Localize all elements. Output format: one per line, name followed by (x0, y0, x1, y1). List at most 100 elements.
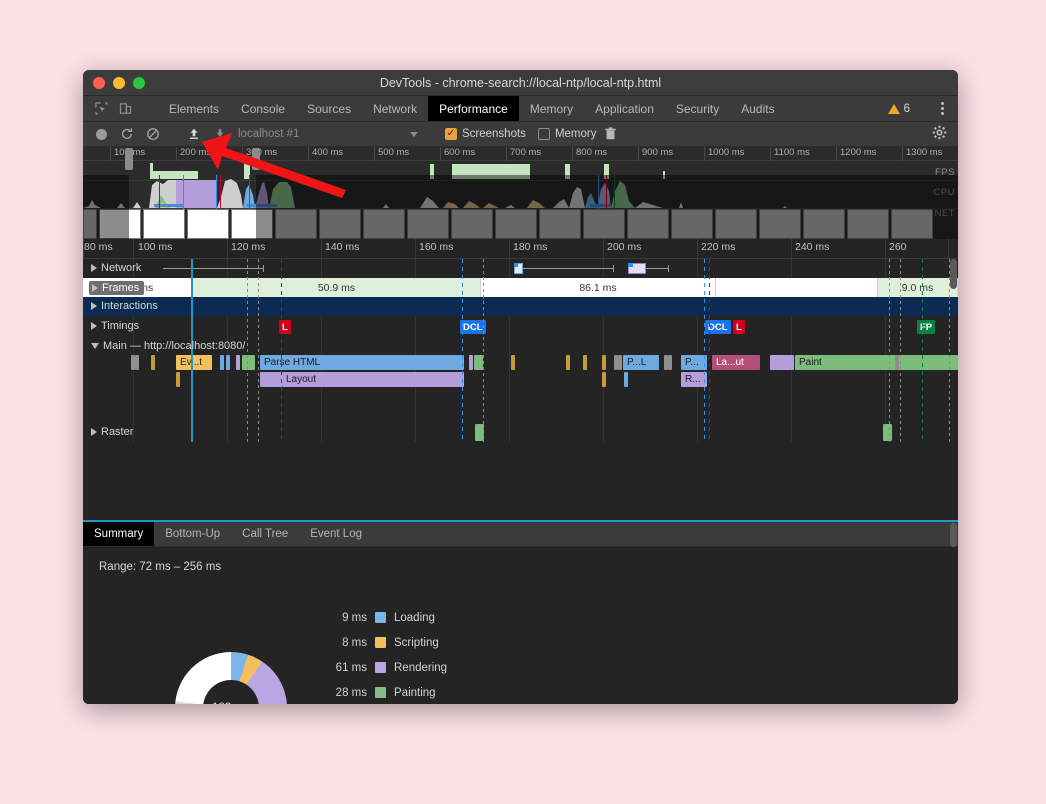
flame-bar[interactable] (176, 372, 180, 387)
timeline-ruler[interactable]: 80 ms 100 ms 120 ms 140 ms 160 ms 180 ms… (83, 239, 958, 259)
track-interactions-header[interactable]: Interactions (91, 300, 158, 312)
overview-window-handle-right[interactable] (252, 148, 260, 170)
flame-bar[interactable] (226, 355, 230, 370)
tab-memory[interactable]: Memory (519, 96, 584, 121)
flame-bar[interactable]: Paint (795, 355, 958, 370)
track-timings[interactable]: Timings L DCL DCL L FP (83, 316, 958, 338)
tab-summary[interactable]: Summary (83, 522, 155, 546)
tab-call-tree[interactable]: Call Tree (231, 522, 299, 546)
flame-bar[interactable] (151, 355, 155, 370)
reload-and-record-button[interactable] (115, 124, 139, 144)
profile-select[interactable]: localhost #1 (238, 128, 418, 140)
flame-bar[interactable] (242, 355, 255, 370)
tab-event-log[interactable]: Event Log (299, 522, 373, 546)
save-profile-button[interactable] (208, 124, 232, 144)
timing-marker-dcl[interactable]: DCL (460, 320, 486, 334)
track-timings-header[interactable]: Timings (91, 320, 139, 332)
device-toolbar-icon[interactable] (115, 100, 135, 118)
flame-bar[interactable] (236, 355, 240, 370)
tab-audits[interactable]: Audits (730, 96, 785, 121)
network-request-bar[interactable] (628, 263, 633, 267)
timeline-tracks[interactable]: Network 5.8 ms 50.9 ms 86.1 ms 9.0 ms (83, 259, 958, 442)
frame-segment[interactable]: 86.1 ms (481, 278, 716, 297)
legend-row-rendering[interactable]: 61 ms Rendering (319, 655, 447, 680)
collect-garbage-button[interactable] (598, 124, 622, 144)
maximize-window-button[interactable] (133, 76, 145, 89)
flame-bar[interactable] (583, 355, 587, 370)
tracks-scrollbar[interactable] (950, 259, 957, 440)
inspect-element-icon[interactable] (91, 100, 111, 118)
frame-segment[interactable] (716, 278, 878, 297)
timeline-overview[interactable]: 100 ms 200 ms 300 ms 400 ms 500 ms 600 m… (83, 147, 958, 239)
overview-window-handle-left[interactable] (125, 148, 133, 170)
tab-network[interactable]: Network (362, 96, 428, 121)
flame-bar[interactable] (260, 372, 282, 387)
filmstrip-frame[interactable] (143, 209, 185, 239)
tab-label: Sources (307, 101, 352, 116)
flame-bar[interactable] (770, 355, 794, 370)
tab-performance[interactable]: Performance (428, 96, 519, 121)
summary-scrollbar[interactable] (950, 523, 957, 702)
tab-application[interactable]: Application (584, 96, 665, 121)
track-network[interactable]: Network (83, 259, 958, 277)
flame-bar[interactable]: Ev...t (176, 355, 212, 370)
legend-row-painting[interactable]: 28 ms Painting (319, 680, 447, 704)
flame-bar[interactable]: La...ut (712, 355, 760, 370)
track-frames-header[interactable]: Frames (89, 281, 145, 295)
timing-marker-l-2[interactable]: L (733, 320, 745, 334)
window-traffic-lights[interactable] (83, 76, 145, 89)
legend-row-scripting[interactable]: 8 ms Scripting (319, 630, 447, 655)
track-main[interactable]: Main — http://localhost:8080/ Ev...t Par… (83, 338, 958, 419)
ruler-tick: 160 ms (419, 241, 454, 253)
gear-icon[interactable] (927, 125, 952, 143)
summary-scrollbar-thumb[interactable] (950, 523, 957, 547)
flame-bar[interactable] (566, 355, 570, 370)
flame-bar[interactable] (511, 355, 515, 370)
raster-bar[interactable] (883, 424, 892, 441)
track-interactions[interactable]: Interactions (83, 297, 958, 316)
screenshots-checkbox[interactable]: Screenshots (445, 128, 526, 140)
flame-bar[interactable] (895, 355, 899, 370)
record-button[interactable] (89, 124, 113, 144)
filmstrip-frame[interactable] (187, 209, 229, 239)
tab-sources[interactable]: Sources (296, 96, 362, 121)
screenshots-label: Screenshots (462, 128, 526, 140)
flame-bar[interactable]: P...L (623, 355, 659, 370)
tab-console[interactable]: Console (230, 96, 296, 121)
tab-security[interactable]: Security (665, 96, 730, 121)
clear-recording-button[interactable] (141, 124, 165, 144)
track-main-header[interactable]: Main — http://localhost:8080/ (91, 340, 245, 352)
memory-checkbox[interactable]: Memory (537, 128, 596, 140)
close-window-button[interactable] (93, 76, 105, 89)
track-raster-header[interactable]: Raster (91, 426, 133, 438)
flame-bar[interactable] (469, 355, 473, 370)
flame-bar[interactable] (624, 372, 628, 387)
network-request-bar[interactable] (514, 263, 518, 267)
screenshots-checkbox-box (445, 128, 457, 140)
minimize-window-button[interactable] (113, 76, 125, 89)
flame-bar[interactable] (668, 355, 672, 370)
frame-segment[interactable]: 9.0 ms (878, 278, 958, 297)
flame-bar[interactable] (135, 355, 139, 370)
track-network-header[interactable]: Network (91, 262, 141, 274)
warning-indicator[interactable]: 6 (887, 103, 916, 115)
load-profile-button[interactable] (182, 124, 206, 144)
tab-bottom-up[interactable]: Bottom-Up (154, 522, 231, 546)
flame-bar[interactable]: Parse HTML (260, 355, 464, 370)
flame-bar[interactable] (618, 355, 622, 370)
frame-segment[interactable]: 50.9 ms (193, 278, 481, 297)
flame-bar[interactable] (602, 355, 606, 370)
tracks-scrollbar-thumb[interactable] (950, 259, 957, 289)
flame-bar[interactable]: Layout (282, 372, 464, 387)
track-frames[interactable]: 5.8 ms 50.9 ms 86.1 ms 9.0 ms Frames (83, 278, 958, 297)
timing-marker-fp[interactable]: FP (917, 320, 936, 334)
more-options-icon[interactable] (933, 102, 952, 115)
flame-bar[interactable] (474, 355, 483, 370)
summary-donut-chart[interactable]: 183 ms (175, 652, 287, 704)
legend-row-loading[interactable]: 9 ms Loading (319, 605, 447, 630)
track-raster[interactable]: Raster (83, 423, 958, 442)
flame-bar[interactable] (602, 372, 606, 387)
flame-bar[interactable] (220, 355, 224, 370)
tab-elements[interactable]: Elements (158, 96, 230, 121)
flame-bar[interactable] (902, 355, 915, 370)
